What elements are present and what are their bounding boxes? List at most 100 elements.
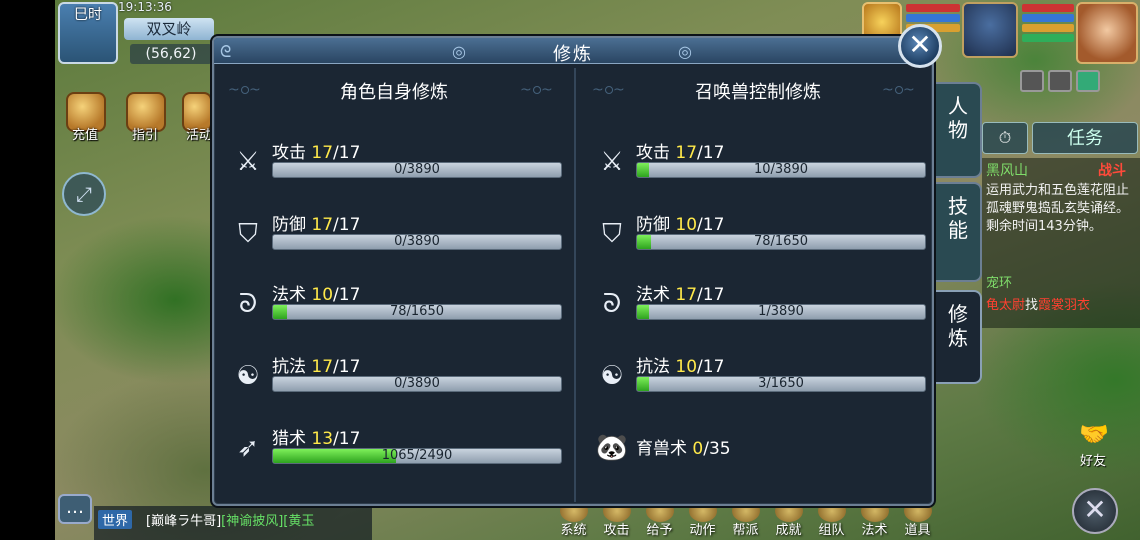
menu-system[interactable]: 系统: [552, 500, 595, 540]
skill-name: 抗法 10/17: [636, 357, 725, 377]
cultivation-row-magic[interactable]: ᘐ 法术 10/17 78/1650: [230, 284, 566, 324]
pet-breeding-skill-row[interactable]: 🐼 育兽术 0/35: [594, 428, 930, 468]
magic-swirl-icon: ᘐ: [602, 288, 622, 319]
cultivation-row-defense[interactable]: ⛉ 防御 17/17 0/3890: [230, 214, 566, 254]
cultivation-row-attack[interactable]: ⚔ 攻击 17/17 0/3890: [230, 142, 566, 182]
map-name[interactable]: 双叉岭: [124, 18, 214, 40]
chat-sender[interactable]: [巅峰ラ牛哥]: [146, 514, 221, 529]
buff-slot-icon[interactable]: [1076, 70, 1100, 92]
guide-label: 指引: [132, 128, 159, 143]
dialog-title-bar: ᘓ ◎ ◎ 修炼: [214, 38, 932, 65]
menu-items[interactable]: 道具: [896, 500, 939, 540]
chat-message: [巅峰ラ牛哥][神谕披风][黄玉: [146, 510, 314, 529]
friend-label: 好友: [1080, 454, 1107, 469]
progress-text: 78/1650: [389, 304, 444, 319]
pet-cultivation-row-resist[interactable]: ☯ 抗法 10/17 3/1650: [594, 356, 930, 396]
skill-name: 抗法 17/17: [272, 357, 361, 377]
progress-text: 0/3890: [394, 162, 440, 177]
pet-cultivation-row-attack[interactable]: ⚔ 攻击 17/17 10/3890: [594, 142, 930, 182]
task-npc-name[interactable]: 龟太尉: [986, 298, 1025, 313]
yin-yang-icon: ☯: [600, 361, 624, 391]
column-divider: [574, 68, 576, 502]
skill-name: 猎术 13/17: [272, 429, 361, 449]
yin-yang-icon: ☯: [236, 361, 260, 391]
player-mp-bar: [1022, 14, 1074, 22]
player-hp-bar: [1022, 4, 1074, 12]
menu-team[interactable]: 组队: [810, 500, 853, 540]
pet-mp-bar: [906, 14, 960, 22]
task-location: 黑风山: [986, 163, 1028, 179]
task-tabs: ⏱ 任务: [982, 122, 1138, 154]
self-cultivation-heading: 角色自身修炼: [340, 82, 448, 103]
chat-channel-badge: 世界: [98, 510, 133, 529]
dialog-title: 修炼: [553, 44, 593, 65]
tab-skills[interactable]: 技 能: [936, 182, 982, 282]
menu-give[interactable]: 给予: [638, 500, 681, 540]
task-find-text: 找: [1025, 298, 1039, 313]
map-coordinates: (56,62): [130, 44, 212, 64]
magic-swirl-icon: ᘐ: [238, 288, 258, 319]
buff-slot-icon[interactable]: [1020, 70, 1044, 92]
progress-bar: 0/3890: [272, 376, 562, 392]
progress-text: 10/3890: [753, 162, 808, 177]
skill-name: 育兽术 0/35: [636, 439, 731, 459]
skill-name: 法术 17/17: [636, 285, 725, 305]
recharge-label: 充值: [72, 128, 99, 143]
progress-bar: 78/1650: [636, 234, 926, 250]
bottom-menu: 系统 攻击 给予 动作 帮派 成就 组队 法术 道具: [552, 500, 939, 540]
player-portrait[interactable]: [1076, 2, 1138, 64]
pet-cultivation-row-magic[interactable]: ᘐ 法术 17/17 1/3890: [594, 284, 930, 324]
time-period-label: 巳时: [74, 7, 102, 23]
menu-spell[interactable]: 法术: [853, 500, 896, 540]
task-description: 运用武力和五色莲花阻止孤魂野鬼捣乱玄奘诵经。剩余时间143分钟。: [986, 183, 1130, 234]
task-line: 龟太尉找霞裳羽衣: [986, 294, 1090, 313]
progress-bar: 0/3890: [272, 162, 562, 178]
chat-item-link[interactable]: [神谕披风][黄玉: [221, 514, 314, 529]
pet-cultivation-row-defense[interactable]: ⛉ 防御 10/17 78/1650: [594, 214, 930, 254]
task-item-name[interactable]: 霞裳羽衣: [1038, 298, 1090, 313]
progress-bar: 0/3890: [272, 234, 562, 250]
menu-achievement[interactable]: 成就: [767, 500, 810, 540]
progress-bar: 3/1650: [636, 376, 926, 392]
team-member-portrait[interactable]: [962, 2, 1018, 58]
progress-bar: 1065/2490: [272, 448, 562, 464]
shield-icon: ⛉: [602, 218, 622, 249]
player-anger-bar: [1022, 24, 1074, 32]
collapse-menu-close-icon[interactable]: ✕: [1072, 488, 1118, 534]
skill-name: 防御 10/17: [636, 215, 725, 235]
task-battle-tag[interactable]: 战斗: [1098, 160, 1126, 180]
cultivation-row-resist[interactable]: ☯ 抗法 17/17 0/3890: [230, 356, 566, 396]
progress-text: 0/3890: [394, 376, 440, 391]
tab-cultivation[interactable]: 修 炼: [936, 290, 982, 384]
close-icon[interactable]: ✕: [898, 24, 942, 68]
sword-icon: ⚔: [236, 147, 260, 177]
letterbox-left: [0, 0, 55, 540]
bow-icon: ➶: [237, 433, 259, 463]
cultivation-row-hunting[interactable]: ➶ 猎术 13/17 1065/2490: [230, 428, 566, 468]
chat-bubble-icon[interactable]: …: [58, 494, 92, 524]
skill-name: 攻击 17/17: [272, 143, 361, 163]
skill-name: 攻击 17/17: [636, 143, 725, 163]
handshake-icon[interactable]: 🤝: [1072, 420, 1116, 452]
menu-action[interactable]: 动作: [681, 500, 724, 540]
progress-text: 78/1650: [753, 234, 808, 249]
progress-bar: 78/1650: [272, 304, 562, 320]
task-subtitle: 宠环: [986, 276, 1013, 291]
activity-label: 活动: [186, 128, 213, 143]
buff-slot-icon[interactable]: [1048, 70, 1072, 92]
menu-guild[interactable]: 帮派: [724, 500, 767, 540]
sword-icon: ⚔: [600, 147, 624, 177]
task-button[interactable]: 任务: [1032, 122, 1138, 154]
progress-text: 1065/2490: [381, 448, 453, 463]
progress-bar: 1/3890: [636, 304, 926, 320]
menu-attack[interactable]: 攻击: [595, 500, 638, 540]
tab-character[interactable]: 人 物: [936, 82, 982, 178]
pet-cultivation-heading: 召唤兽控制修炼: [695, 82, 821, 103]
player-exp-bar: [1022, 34, 1074, 42]
stopwatch-icon[interactable]: ⏱: [982, 122, 1028, 154]
expand-arrows-icon[interactable]: ⤢: [62, 172, 106, 216]
shield-icon: ⛉: [238, 218, 258, 249]
system-clock: 19:13:36: [118, 0, 172, 14]
progress-text: 1/3890: [758, 304, 804, 319]
progress-text: 3/1650: [758, 376, 804, 391]
